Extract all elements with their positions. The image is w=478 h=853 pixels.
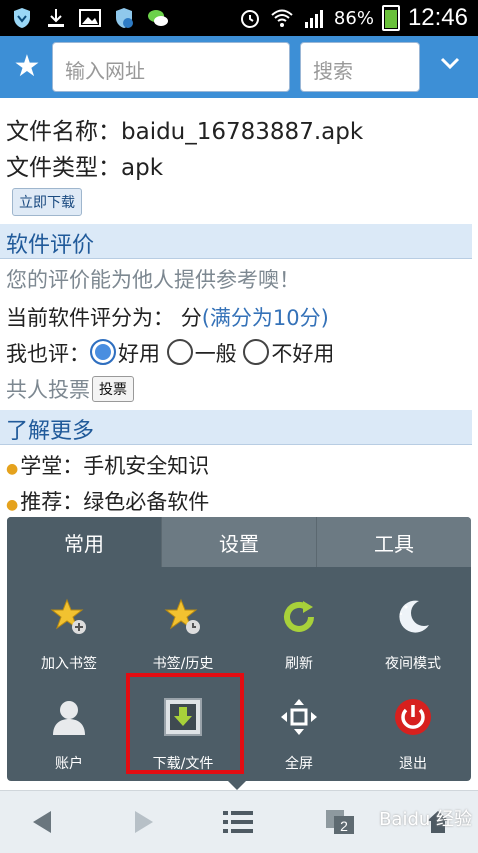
vote-row: 共人投票 投票: [6, 374, 134, 404]
rate-radio-bad[interactable]: [243, 339, 270, 365]
shield-icon: [14, 8, 30, 28]
rate-option-good: 好用: [118, 342, 160, 366]
highlight-box: [126, 673, 244, 774]
review-section-title: 软件评价: [6, 233, 95, 258]
menu-item-label: 加入书签: [41, 656, 97, 672]
windows-icon[interactable]: 2: [320, 805, 360, 839]
menu-item-night-mode[interactable]: 夜间模式: [357, 577, 469, 677]
bookmark-star-icon[interactable]: ★: [8, 48, 46, 86]
more-section-header: 了解更多: [0, 410, 472, 445]
tab-common[interactable]: 常用: [7, 517, 162, 567]
menu-item-bookmarks-history[interactable]: 书签/历史: [127, 577, 239, 677]
menu-item-refresh[interactable]: 刷新: [243, 577, 355, 677]
rate-radio-good[interactable]: [90, 339, 116, 365]
rate-radio-average[interactable]: [166, 339, 193, 365]
menu-pointer: [227, 780, 247, 790]
menu-item-label: 书签/历史: [152, 656, 214, 672]
tab-tools[interactable]: 工具: [317, 517, 471, 567]
menu-item-exit[interactable]: 退出: [357, 677, 469, 777]
review-section-header: 软件评价: [0, 224, 472, 259]
current-score-max: (满分为10分): [201, 306, 329, 330]
power-icon: [395, 699, 431, 735]
file-type: 文件类型：apk: [6, 155, 164, 181]
star-add-icon: [50, 598, 86, 634]
moon-icon: [399, 600, 429, 633]
user-icon: [53, 701, 85, 735]
link-item[interactable]: ●学堂：手机安全知识: [6, 450, 209, 480]
download-status-icon: [48, 9, 64, 27]
link-text: 推荐：绿色必备软件: [20, 490, 210, 514]
bottom-toolbar: 2 Baidu 经验: [0, 790, 478, 853]
window-count: 2: [340, 818, 348, 834]
star-clock-icon: [164, 598, 200, 634]
back-icon[interactable]: [22, 805, 62, 839]
menu-icon[interactable]: [218, 805, 258, 839]
vote-button[interactable]: 投票: [92, 376, 134, 402]
current-score-unit: 分: [180, 306, 202, 330]
rate-prefix: 我也评：: [6, 342, 90, 366]
refresh-icon: [284, 601, 314, 632]
menu-item-label: 全屏: [285, 756, 313, 772]
image-icon: [79, 9, 101, 27]
download-now-button[interactable]: 立即下载: [12, 188, 82, 216]
shield-check-icon: [116, 8, 133, 28]
watermark: Baidu 经验: [379, 809, 472, 830]
link-text: 学堂：手机安全知识: [20, 454, 210, 478]
current-score: 当前软件评分为： 分(满分为10分): [6, 302, 329, 332]
page-content: 文件名称：baidu_16783887.apk 文件类型：apk 立即下载 软件…: [0, 98, 478, 518]
menu-item-add-bookmark[interactable]: 加入书签: [13, 577, 125, 677]
review-hint: 您的评价能为他人提供参考噢！: [6, 268, 300, 292]
status-bar: 86% 12:46: [0, 0, 478, 36]
more-section-title: 了解更多: [6, 419, 95, 444]
wifi-icon: [271, 9, 293, 27]
menu-item-label: 夜间模式: [385, 656, 441, 672]
battery-percent: 86%: [333, 7, 374, 29]
menu-item-label: 刷新: [285, 656, 313, 672]
url-input[interactable]: 输入网址: [52, 42, 290, 92]
menu-tabs: 常用 设置 工具: [7, 517, 471, 567]
signal-icon: [304, 10, 323, 28]
link-item[interactable]: ●推荐：绿色必备软件: [6, 486, 209, 516]
alarm-icon: [240, 10, 259, 28]
menu-item-fullscreen[interactable]: 全屏: [243, 677, 355, 777]
clock: 12:46: [407, 4, 468, 31]
menu-item-label: 账户: [55, 756, 83, 772]
address-bar: ★ 输入网址 搜索: [0, 36, 478, 98]
menu-item-account[interactable]: 账户: [13, 677, 125, 777]
rate-row: 我也评： 好用 一般 不好用: [6, 338, 334, 368]
search-input[interactable]: 搜索: [300, 42, 420, 92]
wechat-icon: [148, 10, 168, 26]
fullscreen-icon: [281, 699, 317, 735]
bullet-icon: ●: [6, 497, 19, 513]
file-name: 文件名称：baidu_16783887.apk: [6, 119, 364, 145]
search-placeholder: 搜索: [313, 59, 353, 83]
forward-icon[interactable]: [124, 805, 164, 839]
url-placeholder: 输入网址: [65, 59, 145, 83]
rate-option-bad: 不好用: [271, 342, 335, 366]
current-score-prefix: 当前软件评分为：: [6, 306, 174, 330]
menu-item-label: 退出: [399, 756, 427, 772]
chevron-down-icon[interactable]: [430, 48, 470, 86]
rate-option-average: 一般: [194, 342, 237, 366]
battery-icon: [381, 5, 400, 31]
bullet-icon: ●: [6, 461, 19, 477]
votes-text: 共人投票: [6, 378, 90, 402]
tab-settings[interactable]: 设置: [162, 517, 317, 567]
